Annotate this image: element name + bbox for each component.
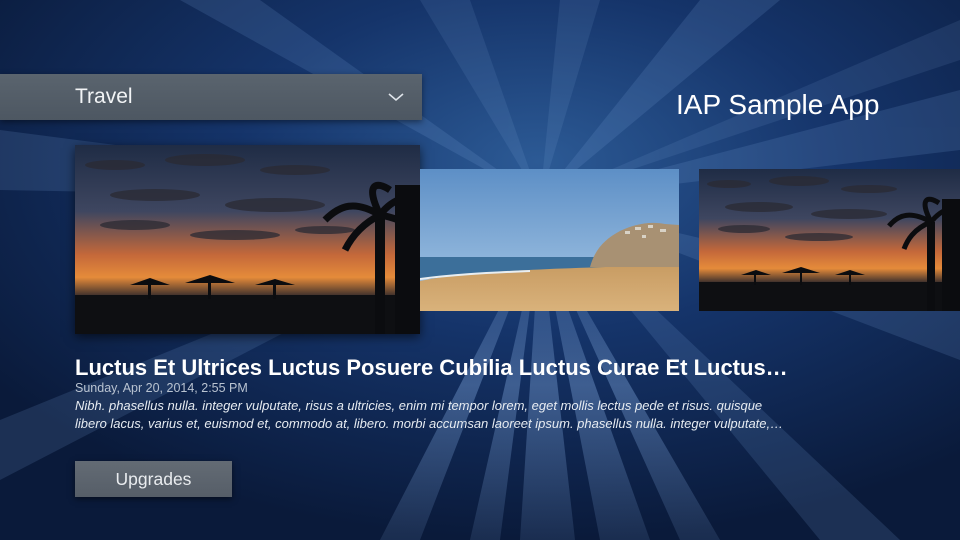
carousel-item[interactable] xyxy=(699,169,960,311)
description-line: libero lacus, varius et, euismod et, com… xyxy=(75,416,784,431)
beach-cliff-image xyxy=(420,169,679,311)
category-label: Travel xyxy=(75,85,133,108)
carousel-item-selected[interactable] xyxy=(75,145,420,334)
article-description: Nibh. phasellus nulla. integer vulputate… xyxy=(75,397,850,433)
article-title: Luctus Et Ultrices Luctus Posuere Cubili… xyxy=(75,355,788,380)
app-screen: Travel IAP Sample App Luctus Et Ultrices… xyxy=(0,0,960,540)
app-title: IAP Sample App xyxy=(676,89,880,120)
carousel-item[interactable] xyxy=(420,169,679,311)
upgrades-button[interactable]: Upgrades xyxy=(75,461,232,497)
description-line: Nibh. phasellus nulla. integer vulputate… xyxy=(75,398,763,413)
sunset-palms-image xyxy=(699,169,960,311)
chevron-down-icon xyxy=(388,93,404,102)
category-dropdown[interactable]: Travel xyxy=(0,74,422,120)
sunset-palms-image xyxy=(75,145,420,334)
article-date: Sunday, Apr 20, 2014, 2:55 PM xyxy=(75,381,248,395)
